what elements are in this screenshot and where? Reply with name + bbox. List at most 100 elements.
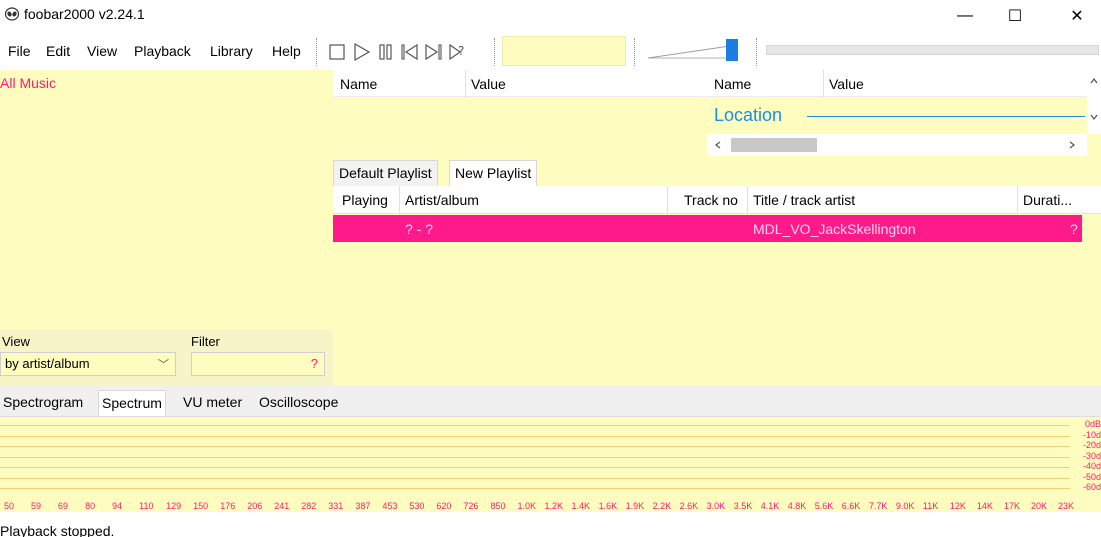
column-name[interactable]: Name xyxy=(340,76,377,92)
menu-playback[interactable]: Playback xyxy=(134,43,191,59)
view-dropdown[interactable]: by artist/album ﹀ xyxy=(0,352,176,376)
filter-status-indicator: ? xyxy=(310,356,318,371)
volume-slider[interactable] xyxy=(640,36,750,66)
status-text: Playback stopped. xyxy=(0,523,115,537)
properties-panel-right: Name Value Location xyxy=(707,70,1101,156)
frequency-label: 11K xyxy=(922,501,939,511)
seek-bar[interactable] xyxy=(766,45,1099,55)
tab-spectrogram[interactable]: Spectrogram xyxy=(0,390,86,416)
frequency-label: 20K xyxy=(1030,501,1047,511)
filter-label: Filter xyxy=(191,334,220,349)
title-bar: foobar2000 v2.24.1 — ☐ ✕ xyxy=(0,0,1101,32)
spectrum-visualization: 0dB -10d -20d -30d -40d -50d -60d 50 59 69 80 94 110… xyxy=(0,416,1101,512)
column-title[interactable]: Title / track artist xyxy=(753,192,855,208)
scroll-thumb[interactable] xyxy=(731,138,817,152)
frequency-label: 1.9K xyxy=(625,501,645,511)
library-panel: All Music View Filter by artist/album ﹀ … xyxy=(0,70,333,386)
column-divider xyxy=(465,70,466,97)
properties-header: Name Value xyxy=(333,70,707,97)
menu-library[interactable]: Library xyxy=(210,43,253,59)
frequency-label: 12K xyxy=(949,501,966,511)
frequency-label: 69 xyxy=(58,501,69,511)
playlist-view: Playing Artist/album Track no Title / tr… xyxy=(333,186,1101,386)
frequency-label: 387 xyxy=(355,501,371,511)
maximize-button[interactable]: ☐ xyxy=(992,0,1038,32)
column-divider xyxy=(667,186,668,214)
play-icon[interactable] xyxy=(351,40,373,64)
menu-view[interactable]: View xyxy=(87,43,117,59)
column-value[interactable]: Value xyxy=(471,76,506,92)
frequency-label: 726 xyxy=(463,501,479,511)
db-label: -30d xyxy=(1082,450,1101,461)
menu-file[interactable]: File xyxy=(8,43,31,59)
scroll-left-icon[interactable] xyxy=(713,140,723,150)
column-value[interactable]: Value xyxy=(829,76,864,92)
menu-edit[interactable]: Edit xyxy=(46,43,70,59)
frequency-label: 94 xyxy=(112,501,123,511)
toolbar-separator xyxy=(494,38,496,66)
frequency-label: 4.8K xyxy=(787,501,807,511)
column-playing[interactable]: Playing xyxy=(342,192,388,208)
cell-title: MDL_VO_JackSkellington xyxy=(753,221,916,237)
properties-header: Name Value xyxy=(707,70,1087,97)
frequency-label: 80 xyxy=(85,501,96,511)
frequency-label: 282 xyxy=(301,501,317,511)
visualization-tabs: Spectrogram Spectrum VU meter Oscillosco… xyxy=(0,386,1101,416)
column-name[interactable]: Name xyxy=(714,76,751,92)
stop-icon[interactable] xyxy=(327,40,349,64)
view-dropdown-value: by artist/album xyxy=(5,356,90,371)
tab-vu-meter[interactable]: VU meter xyxy=(180,390,245,416)
frequency-label: 9.0K xyxy=(895,501,915,511)
frequency-label: 7.7K xyxy=(868,501,888,511)
scroll-down-icon[interactable] xyxy=(1089,112,1099,122)
column-track-no[interactable]: Track no xyxy=(684,192,738,208)
seek-display[interactable] xyxy=(502,36,626,66)
svg-text:?: ? xyxy=(458,44,464,58)
column-divider xyxy=(823,70,824,97)
horizontal-scrollbar[interactable] xyxy=(707,134,1087,156)
foobar-alien-icon xyxy=(4,7,20,21)
db-label: -10d xyxy=(1082,429,1101,440)
frequency-label: 331 xyxy=(328,501,344,511)
tab-default-playlist[interactable]: Default Playlist xyxy=(333,160,438,186)
scroll-up-icon[interactable] xyxy=(1089,76,1099,86)
next-icon[interactable] xyxy=(423,40,445,64)
menu-toolbar: File Edit View Playback Library Help ? xyxy=(0,34,1101,70)
frequency-label: 1.6K xyxy=(598,501,618,511)
frequency-label: 530 xyxy=(409,501,425,511)
frequency-label: 2.2K xyxy=(652,501,672,511)
db-gridline xyxy=(0,456,1070,458)
group-divider-line xyxy=(807,116,1085,117)
db-gridline xyxy=(0,446,1070,447)
minimize-button[interactable]: — xyxy=(942,0,988,32)
cell-artist-album: ? - ? xyxy=(405,221,434,237)
view-label: View xyxy=(2,334,30,349)
db-label: 0dB xyxy=(1084,419,1101,429)
frequency-label: 3.0K xyxy=(706,501,726,511)
view-filter-area: View Filter by artist/album ﹀ ? xyxy=(0,330,333,386)
random-icon[interactable]: ? xyxy=(447,40,469,64)
pause-icon[interactable] xyxy=(375,40,397,64)
properties-panel-left: Name Value xyxy=(333,70,707,156)
db-gridline xyxy=(0,425,1070,426)
tab-spectrum[interactable]: Spectrum xyxy=(98,390,166,416)
tab-oscilloscope[interactable]: Oscilloscope xyxy=(256,390,341,416)
db-label: -20d xyxy=(1082,440,1101,450)
frequency-label: 1.2K xyxy=(544,501,564,511)
previous-icon[interactable] xyxy=(399,40,421,64)
menu-help[interactable]: Help xyxy=(272,43,301,59)
cell-duration: ? xyxy=(1070,221,1078,237)
tree-item-all-music[interactable]: All Music xyxy=(0,75,56,91)
close-button[interactable]: ✕ xyxy=(1054,0,1100,32)
scroll-right-icon[interactable] xyxy=(1067,140,1077,150)
playlist-header: Playing Artist/album Track no Title / tr… xyxy=(333,186,1101,214)
column-duration[interactable]: Durati... xyxy=(1023,192,1072,208)
group-location: Location xyxy=(714,105,783,125)
tab-new-playlist[interactable]: New Playlist xyxy=(449,160,538,186)
column-artist-album[interactable]: Artist/album xyxy=(405,192,479,208)
table-row[interactable]: ? - ? MDL_VO_JackSkellington ? xyxy=(333,215,1082,242)
frequency-label: 59 xyxy=(31,501,42,511)
vertical-scrollbar[interactable] xyxy=(1087,70,1101,134)
filter-input[interactable]: ? xyxy=(191,352,325,376)
frequency-label: 1.0K xyxy=(517,501,536,511)
